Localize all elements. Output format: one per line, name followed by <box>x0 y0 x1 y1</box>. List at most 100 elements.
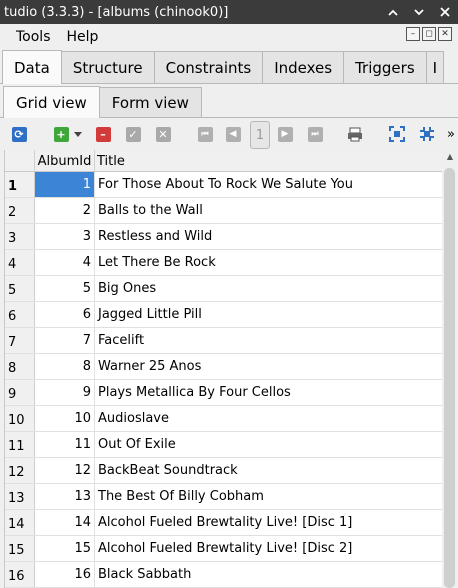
cell-title[interactable]: Plays Metallica By Four Cellos <box>95 380 442 405</box>
cell-albumid[interactable]: 9 <box>35 380 95 405</box>
row-number[interactable]: 14 <box>5 510 35 535</box>
cell-title[interactable]: BackBeat Soundtrack <box>95 458 442 483</box>
cell-albumid[interactable]: 10 <box>35 406 95 431</box>
refresh-icon[interactable]: ⟳ <box>10 125 28 143</box>
row-number[interactable]: 7 <box>5 328 35 353</box>
row-number[interactable]: 10 <box>5 406 35 431</box>
cell-title[interactable]: Alcohol Fueled Brewtality Live! [Disc 1] <box>95 510 442 535</box>
cell-title[interactable]: Out Of Exile <box>95 432 442 457</box>
row-number[interactable]: 11 <box>5 432 35 457</box>
rollback-icon[interactable]: ✕ <box>154 125 172 143</box>
table-row[interactable]: 4 4 Let There Be Rock <box>5 250 442 276</box>
cell-title[interactable]: Audioslave <box>95 406 442 431</box>
tab-data[interactable]: Data <box>2 50 62 84</box>
cell-title[interactable]: Restless and Wild <box>95 224 442 249</box>
table-row[interactable]: 10 10 Audioslave <box>5 406 442 432</box>
mdi-close-icon[interactable]: ✕ <box>438 27 452 41</box>
menu-help[interactable]: Help <box>59 29 107 45</box>
row-number[interactable]: 12 <box>5 458 35 483</box>
previous-page-icon[interactable]: ◀ <box>224 125 242 143</box>
column-header-title[interactable]: Title <box>95 150 442 172</box>
collapse-columns-icon[interactable] <box>418 125 436 143</box>
table-row[interactable]: 3 3 Restless and Wild <box>5 224 442 250</box>
row-number[interactable]: 3 <box>5 224 35 249</box>
cell-title[interactable]: Jagged Little Pill <box>95 302 442 327</box>
table-row[interactable]: 1 1 For Those About To Rock We Salute You <box>5 172 442 198</box>
window-minimize-icon[interactable] <box>406 0 432 24</box>
scroll-thumb[interactable] <box>444 168 455 588</box>
add-row-icon[interactable]: + <box>52 125 70 143</box>
table-row[interactable]: 15 15 Alcohol Fueled Brewtality Live! [Dis… <box>5 536 442 562</box>
mdi-restore-icon[interactable]: ◻ <box>422 27 436 41</box>
cell-albumid[interactable]: 7 <box>35 328 95 353</box>
cell-title[interactable]: Black Sabbath <box>95 562 442 587</box>
tab-overflow[interactable]: I <box>425 51 445 83</box>
row-number[interactable]: 9 <box>5 380 35 405</box>
cell-albumid[interactable]: 5 <box>35 276 95 301</box>
row-number[interactable]: 1 <box>5 172 35 197</box>
cell-title[interactable]: The Best Of Billy Cobham <box>95 484 442 509</box>
row-number[interactable]: 4 <box>5 250 35 275</box>
cell-title[interactable]: Balls to the Wall <box>95 198 442 223</box>
data-grid[interactable]: AlbumId Title 1 1 For Those About To Rock … <box>4 150 442 588</box>
table-row[interactable]: 13 13 The Best Of Billy Cobham <box>5 484 442 510</box>
row-number[interactable]: 5 <box>5 276 35 301</box>
cell-albumid[interactable]: 3 <box>35 224 95 249</box>
cell-albumid[interactable]: 2 <box>35 198 95 223</box>
tab-constraints[interactable]: Constraints <box>153 51 264 83</box>
print-icon[interactable] <box>346 125 364 143</box>
delete-row-icon[interactable]: – <box>94 125 112 143</box>
row-number[interactable]: 13 <box>5 484 35 509</box>
window-maximize-up-icon[interactable] <box>380 0 406 24</box>
tab-structure[interactable]: Structure <box>60 51 155 83</box>
last-page-icon[interactable]: ⏭ <box>306 125 324 143</box>
row-number[interactable]: 15 <box>5 536 35 561</box>
cell-albumid[interactable]: 8 <box>35 354 95 379</box>
cell-albumid[interactable]: 12 <box>35 458 95 483</box>
row-number[interactable]: 8 <box>5 354 35 379</box>
table-row[interactable]: 5 5 Big Ones <box>5 276 442 302</box>
cell-title[interactable]: Let There Be Rock <box>95 250 442 275</box>
cell-albumid[interactable]: 14 <box>35 510 95 535</box>
window-close-icon[interactable] <box>432 0 458 24</box>
cell-albumid[interactable]: 15 <box>35 536 95 561</box>
next-page-icon[interactable]: ▶ <box>276 125 294 143</box>
first-page-icon[interactable]: ⏮ <box>196 125 214 143</box>
tab-grid-view[interactable]: Grid view <box>3 86 100 118</box>
cell-title[interactable]: Alcohol Fueled Brewtality Live! [Disc 2] <box>95 536 442 561</box>
scroll-up-icon[interactable]: ▲ <box>444 152 456 164</box>
table-row[interactable]: 11 11 Out Of Exile <box>5 432 442 458</box>
commit-icon[interactable]: ✓ <box>124 125 142 143</box>
table-row[interactable]: 2 2 Balls to the Wall <box>5 198 442 224</box>
mdi-minimize-icon[interactable]: – <box>406 27 420 41</box>
table-row[interactable]: 12 12 BackBeat Soundtrack <box>5 458 442 484</box>
table-row[interactable]: 9 9 Plays Metallica By Four Cellos <box>5 380 442 406</box>
table-row[interactable]: 14 14 Alcohol Fueled Brewtality Live! [Dis… <box>5 510 442 536</box>
cell-title[interactable]: For Those About To Rock We Salute You <box>95 172 442 197</box>
cell-albumid[interactable]: 6 <box>35 302 95 327</box>
cell-title[interactable]: Warner 25 Anos <box>95 354 442 379</box>
table-row[interactable]: 16 16 Black Sabbath <box>5 562 442 588</box>
page-number-field[interactable]: 1 <box>250 121 270 149</box>
table-row[interactable]: 6 6 Jagged Little Pill <box>5 302 442 328</box>
cell-title[interactable]: Big Ones <box>95 276 442 301</box>
menu-tools[interactable]: Tools <box>0 29 59 45</box>
cell-albumid[interactable]: 4 <box>35 250 95 275</box>
tab-indexes[interactable]: Indexes <box>262 51 345 83</box>
cell-albumid[interactable]: 13 <box>35 484 95 509</box>
row-number[interactable]: 16 <box>5 562 35 587</box>
table-row[interactable]: 7 7 Facelift <box>5 328 442 354</box>
toolbar-overflow-button[interactable]: » <box>444 125 458 143</box>
row-number[interactable]: 2 <box>5 198 35 223</box>
column-header-albumid[interactable]: AlbumId <box>35 150 95 172</box>
tab-form-view[interactable]: Form view <box>98 87 202 117</box>
cell-albumid[interactable]: 16 <box>35 562 95 587</box>
expand-columns-icon[interactable] <box>388 125 406 143</box>
add-row-dropdown-icon[interactable] <box>72 125 84 143</box>
cell-albumid[interactable]: 1 <box>35 172 95 197</box>
cell-title[interactable]: Facelift <box>95 328 442 353</box>
row-number[interactable]: 6 <box>5 302 35 327</box>
grid-corner[interactable] <box>5 150 35 172</box>
tab-triggers[interactable]: Triggers <box>343 51 427 83</box>
grid-vertical-scrollbar[interactable]: ▲ <box>442 150 458 588</box>
